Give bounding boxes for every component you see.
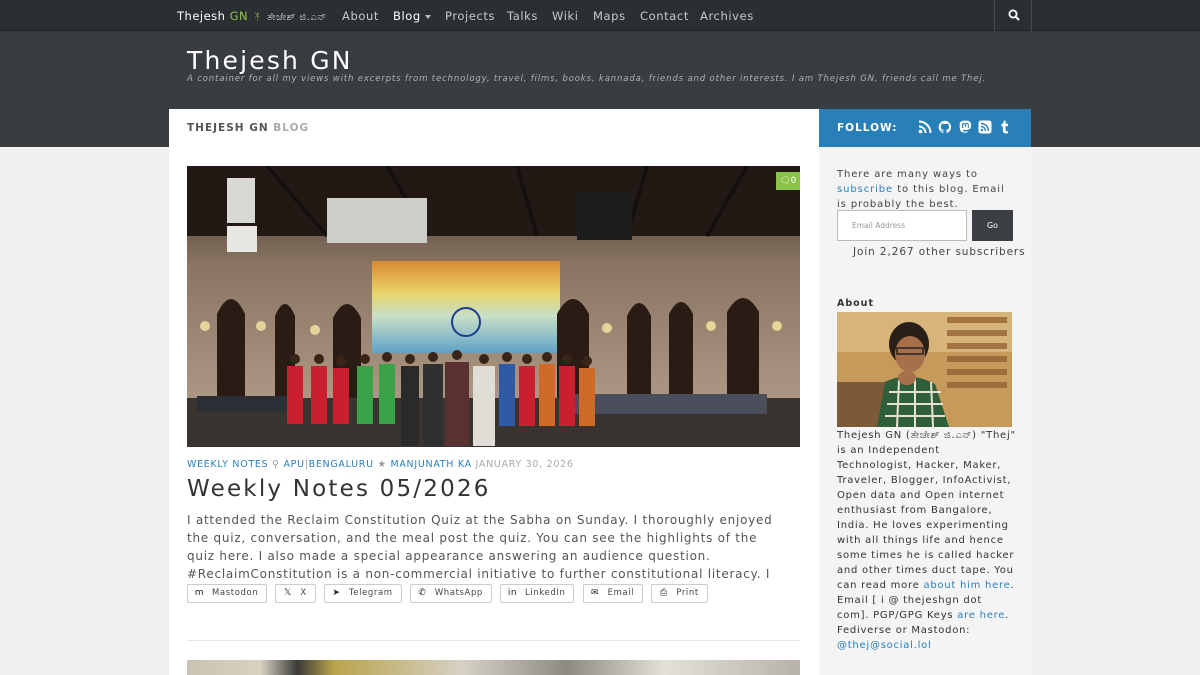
linkedin-icon: in xyxy=(507,588,518,598)
search-button[interactable] xyxy=(994,0,1032,31)
github-icon[interactable] xyxy=(938,120,952,134)
comment-icon: 🗨 xyxy=(779,176,791,186)
about-text: Thejesh GN (ತೇಜೇಶ್ ಜಿ.ಎನ್) "Thej" is an … xyxy=(837,428,1017,653)
main-content: WEEKLY NOTES ⚲ APU|BENGALURU ★ MANJUNATH… xyxy=(169,147,819,675)
site-tagline: A container for all my views with excerp… xyxy=(187,74,987,84)
follow-bar: FOLLOW: xyxy=(819,109,1031,147)
subscriber-count: Join 2,267 other subscribers xyxy=(853,246,1026,258)
share-label: WhatsApp xyxy=(434,588,483,598)
nav-item-projects[interactable]: Projects xyxy=(445,9,495,23)
post-date: JANUARY 30, 2026 xyxy=(475,459,574,470)
next-post-image[interactable] xyxy=(187,660,800,675)
share-whatsapp-button[interactable]: ✆ WhatsApp xyxy=(409,584,492,603)
blog-heading-light: BLOG xyxy=(273,122,310,134)
mastodon-icon[interactable] xyxy=(958,120,972,134)
featured-image-art xyxy=(187,166,800,447)
blog-heading-bold: THEJESH GN xyxy=(187,122,269,134)
post-title[interactable]: Weekly Notes 05/2026 xyxy=(187,476,491,502)
post-divider xyxy=(187,640,800,641)
top-navbar: Thejesh GN ᛡ ತೇಜೇಶ್ ಜಿ.ಎನ್ About Blog Pr… xyxy=(0,0,1200,31)
x-icon: 𝕏 xyxy=(283,588,292,598)
share-mastodon-button[interactable]: m Mastodon xyxy=(187,584,268,603)
blog-title-bar: THEJESH GN BLOG xyxy=(169,109,819,147)
site-title[interactable]: Thejesh GN xyxy=(187,46,353,75)
share-telegram-button[interactable]: ➤ Telegram xyxy=(323,584,402,603)
featured-image[interactable] xyxy=(187,166,800,447)
telegram-icon: ➤ xyxy=(332,588,341,598)
location-pin-icon: ⚲ xyxy=(272,459,280,470)
rss-icon[interactable] xyxy=(918,120,932,134)
about-him-link[interactable]: about him here xyxy=(923,580,1010,591)
about-heading: About xyxy=(837,298,874,309)
brand-link[interactable]: Thejesh GN ᛡ ತೇಜೇಶ್ ಜಿ.ಎನ್ xyxy=(177,9,327,23)
print-icon: ⎙ xyxy=(659,588,668,598)
share-print-button[interactable]: ⎙ Print xyxy=(651,584,708,603)
share-label: LinkedIn xyxy=(525,588,566,598)
follow-label: FOLLOW: xyxy=(837,122,898,134)
share-buttons: m Mastodon 𝕏X ➤ Telegram ✆ WhatsApp in Linke… xyxy=(187,584,711,604)
whatsapp-icon: ✆ xyxy=(418,588,427,598)
share-label: Telegram xyxy=(348,588,393,598)
nav-item-talks[interactable]: Talks xyxy=(507,9,538,23)
share-linkedin-button[interactable]: in LinkedIn xyxy=(500,584,575,603)
comment-count-badge[interactable]: 🗨0 xyxy=(776,172,800,190)
about-text-4: Fediverse or Mastodon: xyxy=(837,625,971,636)
brand-kannada: ತೇಜೇಶ್ ಜಿ.ಎನ್ xyxy=(266,12,327,23)
brand-separator-icon: ᛡ xyxy=(254,12,261,23)
nav-item-contact[interactable]: Contact xyxy=(640,9,689,23)
share-label: Email xyxy=(607,588,635,598)
star-icon: ★ xyxy=(377,459,387,470)
email-input[interactable] xyxy=(837,210,967,241)
nav-item-maps[interactable]: Maps xyxy=(593,9,626,23)
share-email-button[interactable]: ✉ Email xyxy=(582,584,644,603)
brand-name: Thejesh xyxy=(177,9,226,23)
post-location-1[interactable]: APU xyxy=(283,459,304,470)
caret-down-icon xyxy=(424,14,431,19)
post-location-2[interactable]: BENGALURU xyxy=(309,459,374,470)
about-photo xyxy=(837,312,1012,427)
about-text-3: . xyxy=(1005,610,1010,621)
nav-item-blog-label: Blog xyxy=(393,9,421,23)
share-x-button[interactable]: 𝕏X xyxy=(275,584,316,603)
blog-heading: THEJESH GN BLOG xyxy=(187,122,309,134)
search-icon xyxy=(1008,9,1020,21)
share-label: Print xyxy=(676,588,699,598)
about-photo-art xyxy=(837,312,1012,427)
post-category-link[interactable]: WEEKLY NOTES xyxy=(187,459,268,470)
mastodon-icon: m xyxy=(194,588,205,598)
nav-item-about[interactable]: About xyxy=(342,9,379,23)
subscribe-go-button[interactable]: Go xyxy=(972,210,1013,241)
email-icon: ✉ xyxy=(590,588,600,598)
mastodon-handle-link[interactable]: @thej@social.lol xyxy=(837,640,932,651)
tumblr-icon[interactable] xyxy=(998,120,1012,134)
about-text-1: Thejesh GN (ತೇಜೇಶ್ ಜಿ.ಎನ್) "Thej" is an … xyxy=(837,430,1016,591)
share-label: Mastodon xyxy=(212,588,259,598)
pgp-keys-link[interactable]: are here xyxy=(957,610,1005,621)
post-meta: WEEKLY NOTES ⚲ APU|BENGALURU ★ MANJUNATH… xyxy=(187,459,574,470)
nav-item-blog[interactable]: Blog xyxy=(393,9,431,23)
subscribe-text-1: There are many ways to xyxy=(837,169,978,180)
subscribe-text: There are many ways to subscribe to this… xyxy=(837,167,1017,212)
subscribe-link[interactable]: subscribe xyxy=(837,184,893,195)
feed-icon[interactable] xyxy=(978,120,992,134)
sidebar: There are many ways to subscribe to this… xyxy=(819,147,1031,675)
nav-item-archives[interactable]: Archives xyxy=(700,9,754,23)
comment-count: 0 xyxy=(790,176,797,186)
nav-item-wiki[interactable]: Wiki xyxy=(552,9,579,23)
post-author-link[interactable]: MANJUNATH KA xyxy=(390,459,471,470)
share-label: X xyxy=(300,588,307,598)
brand-gn: GN xyxy=(229,9,249,23)
